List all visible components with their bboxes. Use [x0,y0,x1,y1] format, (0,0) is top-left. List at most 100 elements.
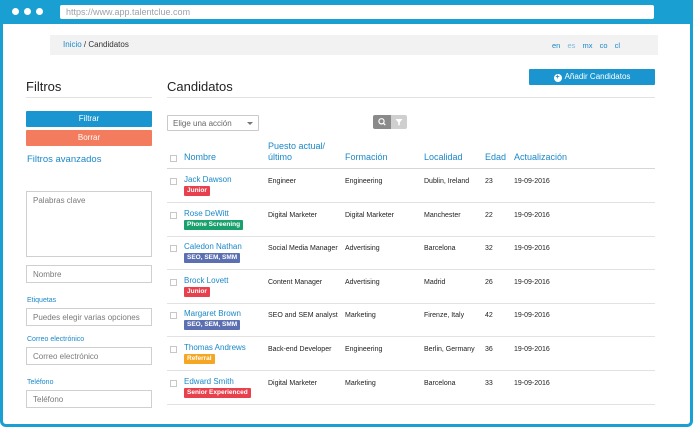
browser-chrome: https://www.app.talentclue.com [3,0,693,24]
candidate-name-link[interactable]: Edward Smith [184,377,234,386]
education-cell: Advertising [345,279,380,286]
age-cell: 42 [485,312,493,319]
education-cell: Marketing [345,380,376,387]
row-divider [167,370,655,371]
column-header-updated[interactable]: Actualización [514,152,567,162]
candidate-name-link[interactable]: Margaret Brown [184,309,241,318]
position-cell: Engineer [268,178,297,185]
clear-button[interactable]: Borrar [26,130,152,146]
action-select[interactable]: Elige una acción [167,115,259,131]
row-checkbox[interactable] [170,312,177,319]
row-checkbox[interactable] [170,279,177,286]
age-cell: 32 [485,245,493,252]
advanced-filters-link[interactable]: Filtros avanzados [27,154,101,165]
row-checkbox[interactable] [170,178,177,185]
page-title: Candidatos [167,79,233,94]
updated-cell: 19-09-2016 [514,279,550,286]
column-header-name[interactable]: Nombre [184,152,216,162]
tags-label: Etiquetas [27,297,57,304]
lang-en[interactable]: en [552,41,560,50]
candidate-tag-badge: Senior Experienced [184,388,251,398]
column-header-position[interactable]: Puesto actual/ último [268,141,340,163]
filter-icon [395,119,403,126]
column-header-location[interactable]: Localidad [424,152,463,162]
candidate-tag-badge: SEO, SEM, SMM [184,253,241,263]
row-divider [167,303,655,304]
row-checkbox[interactable] [170,212,177,219]
sidebar-divider [26,97,152,98]
address-bar[interactable]: https://www.app.talentclue.com [60,5,654,19]
updated-cell: 19-09-2016 [514,212,550,219]
age-cell: 26 [485,279,493,286]
row-divider [167,202,655,203]
age-cell: 36 [485,346,493,353]
row-divider [167,336,655,337]
email-label: Correo electrónico [27,336,85,343]
updated-cell: 19-09-2016 [514,178,550,185]
updated-cell: 19-09-2016 [514,312,550,319]
location-cell: Barcelona [424,380,456,387]
candidate-name-link[interactable]: Thomas Andrews [184,343,246,352]
phone-label: Teléfono [27,379,54,386]
search-icon [378,118,386,126]
location-cell: Dublin, Ireland [424,178,470,185]
lang-es[interactable]: es [567,41,575,50]
education-cell: Marketing [345,312,376,319]
window-dot-1[interactable] [12,8,19,15]
email-input[interactable]: Correo electrónico [26,347,152,365]
lang-co[interactable]: co [600,41,608,50]
education-cell: Advertising [345,245,380,252]
breadcrumb: Inicio / Candidatos [63,40,129,49]
position-cell: Back-end Developer [268,346,332,353]
row-checkbox[interactable] [170,380,177,387]
search-button[interactable] [373,115,391,129]
candidate-name-link[interactable]: Caledon Nathan [184,242,242,251]
age-cell: 23 [485,178,493,185]
education-cell: Digital Marketer [345,212,395,219]
filters-title: Filtros [26,79,62,94]
candidate-name-link[interactable]: Rose DeWitt [184,209,229,218]
filter-button[interactable]: Filtrar [26,111,152,127]
candidate-tag-badge: Phone Screening [184,220,244,230]
breadcrumb-current: Candidatos [88,40,129,49]
candidate-tag-badge: SEO, SEM, SMM [184,320,241,330]
lang-cl[interactable]: cl [615,41,620,50]
position-cell: SEO and SEM analyst [268,312,338,319]
position-cell: Digital Marketer [268,380,318,387]
plus-circle-icon: + [553,74,562,82]
candidate-name-link[interactable]: Brock Lovett [184,276,228,285]
position-cell: Content Manager [268,279,323,286]
filter-toggle-button[interactable] [391,115,407,129]
tags-input[interactable]: Puedes elegir varias opciones [26,308,152,326]
updated-cell: 19-09-2016 [514,346,550,353]
row-checkbox[interactable] [170,346,177,353]
updated-cell: 19-09-2016 [514,380,550,387]
candidate-name-link[interactable]: Jack Dawson [184,175,232,184]
row-divider [167,404,655,405]
breadcrumb-home-link[interactable]: Inicio [63,40,82,49]
row-checkbox[interactable] [170,245,177,252]
phone-input[interactable]: Teléfono [26,390,152,408]
row-divider [167,236,655,237]
keywords-textarea[interactable]: Palabras clave [26,191,152,257]
name-input[interactable]: Nombre [26,265,152,283]
main-divider [167,97,655,98]
candidate-tag-badge: Referral [184,354,215,364]
lang-mx[interactable]: mx [582,41,592,50]
column-header-age[interactable]: Edad [485,152,506,162]
select-all-checkbox[interactable] [170,155,177,162]
location-cell: Madrid [424,279,446,286]
age-cell: 33 [485,380,493,387]
row-divider [167,269,655,270]
education-cell: Engineering [345,346,383,353]
candidate-tag-badge: Junior [184,186,210,196]
location-cell: Barcelona [424,245,456,252]
table-header-divider [167,168,655,169]
add-candidates-button[interactable]: + Añadir Candidatos [529,69,655,85]
window-dot-3[interactable] [36,8,43,15]
column-header-education[interactable]: Formación [345,152,388,162]
education-cell: Engineering [345,178,383,185]
add-candidates-label: Añadir Candidatos [564,72,631,81]
location-cell: Berlin, Germany [424,346,475,353]
window-dot-2[interactable] [24,8,31,15]
